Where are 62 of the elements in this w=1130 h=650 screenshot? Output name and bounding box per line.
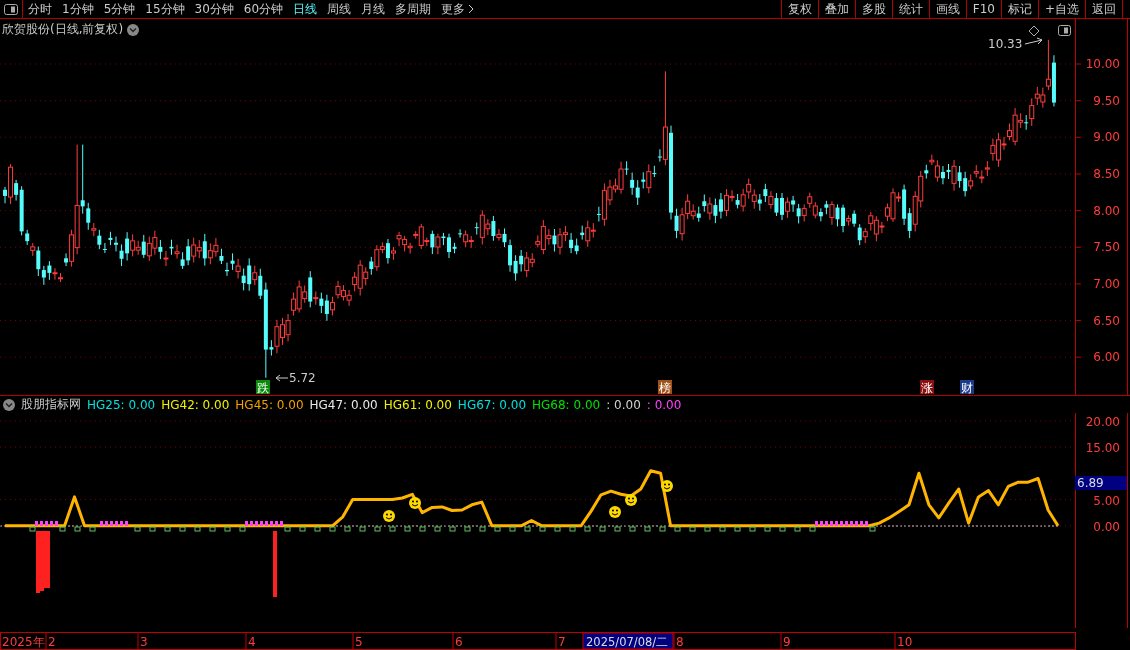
axis-label: 8.50 — [1093, 166, 1120, 181]
axis-label: 7.00 — [1093, 276, 1120, 291]
series-value: HG61: 0.00 — [383, 397, 452, 412]
event-marker[interactable]: 财 — [960, 380, 974, 395]
series-value: : 0.00 — [646, 397, 682, 412]
event-marker[interactable]: 跌 — [256, 380, 270, 395]
event-marker[interactable]: 榜 — [658, 380, 672, 395]
period-tab[interactable]: 周线 — [322, 0, 357, 18]
toolbar-button[interactable]: +自选 — [1037, 0, 1085, 18]
axis-label: 2 — [48, 635, 56, 649]
chart-title: 欣贺股份(日线,前复权) — [2, 21, 124, 38]
axis-label: 7.50 — [1093, 240, 1120, 255]
series-value: : 0.00 — [606, 397, 641, 412]
period-tab[interactable]: 5分钟 — [98, 0, 141, 18]
axis-label: 4 — [248, 635, 256, 649]
axis-label: 10.00 — [1085, 57, 1120, 71]
axis-label: 2025年 — [2, 635, 45, 649]
toolbar-button[interactable]: F10 — [965, 0, 1001, 18]
period-tab[interactable]: 1分钟 — [57, 0, 99, 18]
toolbar-button[interactable]: 统计 — [891, 0, 929, 18]
series-value: HG45: 0.00 — [235, 397, 304, 412]
axis-label: 15.00 — [1085, 441, 1120, 456]
axis-label: 3 — [140, 635, 148, 649]
axis-label: 5 — [355, 635, 363, 649]
high-price-label: 10.33 — [988, 37, 1023, 51]
axis-label: 9.00 — [1093, 130, 1120, 145]
axis-label: 9.50 — [1093, 93, 1120, 108]
period-tab[interactable]: 更多 — [436, 0, 480, 18]
period-tab[interactable]: 60分钟 — [238, 0, 289, 18]
axis-label: 0.00 — [1093, 519, 1120, 534]
axis-label: 8.00 — [1093, 203, 1120, 218]
series-value: HG68: 0.00 — [532, 397, 601, 412]
toolbar-button[interactable]: 复权 — [780, 0, 818, 18]
axis-label: 5.00 — [1093, 493, 1120, 508]
period-tab[interactable]: 月线 — [356, 0, 391, 18]
low-price-label: 5.72 — [289, 371, 316, 385]
axis-label: 7 — [558, 635, 566, 649]
date-tag: 2025/07/08/二 — [582, 632, 674, 650]
axis-label: 9 — [783, 635, 791, 649]
period-tab[interactable]: 多周期 — [390, 0, 437, 18]
series-value: HG42: 0.00 — [161, 397, 230, 412]
axis-label: 8 — [676, 635, 684, 649]
axis-label: 6 — [455, 635, 463, 649]
event-marker[interactable]: 涨 — [920, 380, 934, 395]
period-tab[interactable]: 15分钟 — [140, 0, 190, 18]
period-tab[interactable]: 分时 — [23, 0, 57, 18]
axis-label: 6.50 — [1093, 313, 1120, 328]
axis-label: 6.00 — [1093, 350, 1120, 365]
axis-label: 20.00 — [1085, 414, 1120, 429]
series-value: HG67: 0.00 — [457, 397, 527, 412]
series-value: HG25: 0.00 — [87, 397, 156, 412]
axis-label: 10 — [897, 635, 913, 649]
series-value: HG47: 0.00 — [309, 397, 378, 412]
toolbar-button[interactable]: 返回 — [1085, 0, 1122, 18]
toolbar-button[interactable]: 叠加 — [817, 0, 855, 18]
value-tag: 6.89 — [1075, 476, 1127, 490]
indicator-name: 股朋指标网 — [21, 396, 81, 413]
toolbar-button[interactable]: 多股 — [854, 0, 892, 18]
toolbar-button[interactable]: 画线 — [928, 0, 966, 18]
period-tab[interactable]: 30分钟 — [189, 0, 239, 18]
toolbar-button[interactable]: 标记 — [1000, 0, 1038, 18]
period-tab[interactable]: 日线 — [288, 0, 323, 18]
